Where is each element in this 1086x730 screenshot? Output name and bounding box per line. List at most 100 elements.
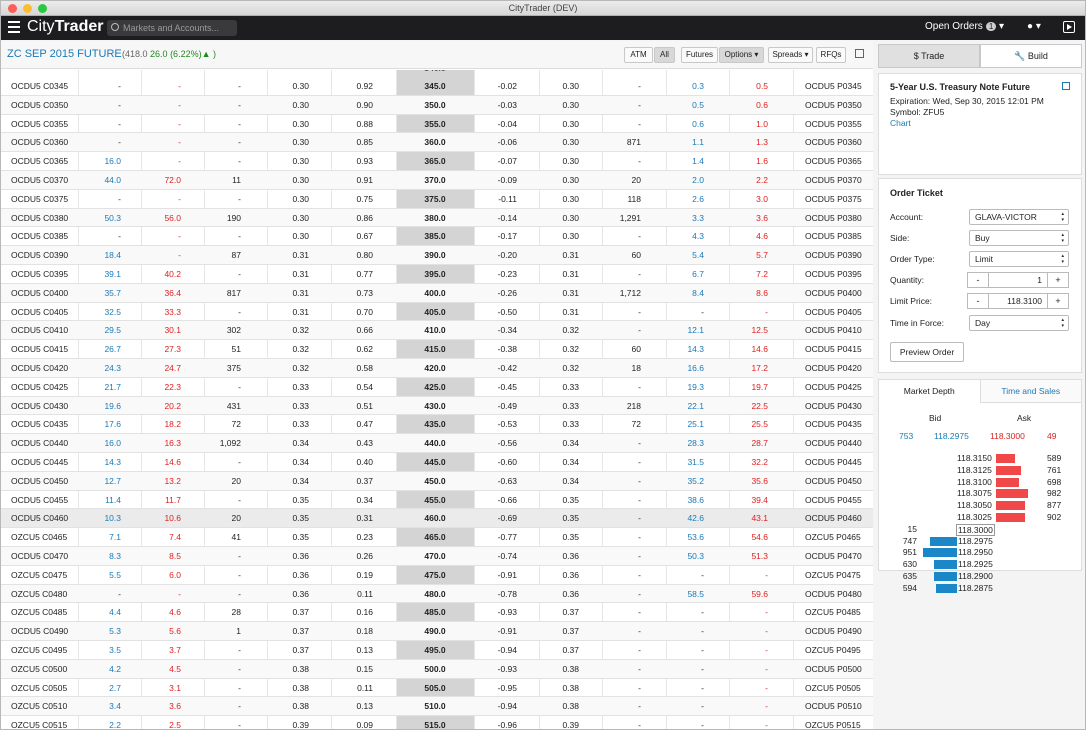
put-bid-cell[interactable]: -: [664, 697, 704, 716]
table-row[interactable]: OZCU5 C0465 7.1 7.4 41 0.35 0.23 465.0 -0.77 0.3…: [1, 528, 873, 547]
call-ask-cell[interactable]: 3.6: [141, 697, 181, 716]
table-row[interactable]: OZCU5 C0515 2.2 2.5 - 0.39 0.09 515.0 -0.96 0.39…: [1, 716, 873, 729]
put-bid-cell[interactable]: -: [664, 603, 704, 622]
call-ask-cell[interactable]: -: [141, 133, 181, 152]
tab-market-depth[interactable]: Market Depth: [879, 380, 980, 403]
put-bid-cell[interactable]: 6.7: [664, 265, 704, 284]
put-ask-cell[interactable]: 0.6: [728, 96, 768, 115]
hamburger-menu-icon[interactable]: [8, 21, 20, 33]
put-ask-cell[interactable]: 1.0: [728, 115, 768, 134]
rfqs-button[interactable]: RFQs: [816, 47, 846, 63]
call-ask-cell[interactable]: 56.0: [141, 209, 181, 228]
call-bid-cell[interactable]: 32.5: [81, 303, 121, 322]
put-ask-cell[interactable]: -: [728, 697, 768, 716]
futures-button[interactable]: Futures: [681, 47, 718, 63]
table-row[interactable]: OCDU5 C0350 - - - 0.30 0.90 350.0 -0.03 0.30 - 0.5…: [1, 95, 873, 115]
call-bid-cell[interactable]: 4.4: [81, 603, 121, 622]
table-row[interactable]: OCDU5 C0395 39.1 40.2 - 0.31 0.77 395.0 -0.23 0.…: [1, 265, 873, 284]
put-bid-cell[interactable]: 2.6: [664, 190, 704, 209]
account-select[interactable]: GLAVA-VICTOR: [969, 209, 1069, 225]
call-bid-cell[interactable]: 44.0: [81, 171, 121, 190]
put-bid-cell[interactable]: 14.3: [664, 340, 704, 359]
put-bid-cell[interactable]: 5.4: [664, 246, 704, 265]
put-bid-cell[interactable]: 1.1: [664, 133, 704, 152]
put-ask-cell[interactable]: -: [728, 660, 768, 679]
call-ask-cell[interactable]: 24.7: [141, 359, 181, 378]
call-bid-cell[interactable]: 10.3: [81, 509, 121, 528]
table-row[interactable]: OZCU5 C0505 2.7 3.1 - 0.38 0.11 505.0 -0.95 0.38…: [1, 679, 873, 698]
call-bid-cell[interactable]: -: [81, 227, 121, 246]
open-orders-menu[interactable]: Open Orders 1 ▾: [925, 21, 1004, 32]
put-ask-cell[interactable]: -: [728, 303, 768, 322]
call-ask-cell[interactable]: -: [141, 115, 181, 134]
call-bid-cell[interactable]: 19.6: [81, 397, 121, 416]
price-increment-button[interactable]: +: [1048, 294, 1068, 308]
call-bid-cell[interactable]: 16.0: [81, 152, 121, 171]
put-ask-cell[interactable]: 25.5: [728, 415, 768, 434]
put-bid-cell[interactable]: 16.6: [664, 359, 704, 378]
logout-icon[interactable]: [1063, 21, 1075, 33]
call-ask-cell[interactable]: -: [141, 190, 181, 209]
put-ask-cell[interactable]: 43.1: [728, 509, 768, 528]
table-row[interactable]: OZCU5 C0510 3.4 3.6 - 0.38 0.13 510.0 -0.94 0.38…: [1, 697, 873, 717]
put-bid-cell[interactable]: 22.1: [664, 397, 704, 416]
call-bid-cell[interactable]: 21.7: [81, 378, 121, 397]
call-bid-cell[interactable]: 12.7: [81, 472, 121, 491]
instrument-name[interactable]: ZC SEP 2015 FUTURE: [7, 48, 122, 60]
call-ask-cell[interactable]: 22.3: [141, 378, 181, 397]
table-row[interactable]: OZCU5 C0480 - - - 0.36 0.11 480.0 -0.78 0.36 - 58.…: [1, 584, 873, 604]
put-ask-cell[interactable]: -: [728, 603, 768, 622]
put-ask-cell[interactable]: -: [728, 566, 768, 585]
ask-level-price[interactable]: 118.3150: [957, 453, 992, 463]
external-link-icon[interactable]: [1062, 82, 1070, 90]
table-row[interactable]: OCDU5 C0425 21.7 22.3 - 0.33 0.54 425.0 -0.45 0.…: [1, 378, 873, 397]
call-ask-cell[interactable]: 8.5: [141, 547, 181, 566]
put-bid-cell[interactable]: 0.6: [664, 115, 704, 134]
put-bid-cell[interactable]: -: [664, 660, 704, 679]
table-row[interactable]: OCDU5 C0355 - - - 0.30 0.88 355.0 -0.04 0.30 - 0.6…: [1, 115, 873, 134]
put-ask-cell[interactable]: 0.5: [728, 77, 768, 96]
put-ask-cell[interactable]: 19.7: [728, 378, 768, 397]
call-ask-cell[interactable]: -: [141, 246, 181, 265]
table-row[interactable]: OCDU5 C0390 18.4 - 87 0.31 0.80 390.0 -0.20 0.31…: [1, 246, 873, 265]
quantity-increment-button[interactable]: +: [1048, 273, 1068, 287]
put-ask-cell[interactable]: -: [728, 622, 768, 641]
call-bid-cell[interactable]: 39.1: [81, 265, 121, 284]
table-row[interactable]: OCDU5 C0380 50.3 56.0 190 0.30 0.86 380.0 -0.14…: [1, 208, 873, 228]
preview-order-button[interactable]: Preview Order: [890, 342, 964, 362]
put-bid-cell[interactable]: -: [664, 641, 704, 660]
put-bid-cell[interactable]: 50.3: [664, 547, 704, 566]
call-ask-cell[interactable]: 27.3: [141, 340, 181, 359]
call-bid-cell[interactable]: 3.4: [81, 697, 121, 716]
table-row[interactable]: OCDU5 C0365 16.0 - - 0.30 0.93 365.0 -0.07 0.30 -…: [1, 152, 873, 171]
ask-level-price[interactable]: 118.3100: [957, 477, 992, 487]
put-bid-cell[interactable]: 25.1: [664, 415, 704, 434]
table-row[interactable]: OCDU5 C0450 12.7 13.2 20 0.34 0.37 450.0 -0.63 0…: [1, 471, 873, 491]
call-bid-cell[interactable]: -: [81, 190, 121, 209]
call-ask-cell[interactable]: 3.7: [141, 641, 181, 660]
put-bid-cell[interactable]: 0.5: [664, 96, 704, 115]
table-row[interactable]: OZCU5 C0475 5.5 6.0 - 0.36 0.19 475.0 -0.91 0.36…: [1, 566, 873, 585]
put-ask-cell[interactable]: 5.7: [728, 246, 768, 265]
call-ask-cell[interactable]: 72.0: [141, 171, 181, 190]
table-row[interactable]: OCDU5 C0470 8.3 8.5 - 0.36 0.26 470.0 -0.74 0.36…: [1, 547, 873, 566]
tab-build[interactable]: 🔧 Build: [980, 44, 1082, 68]
call-bid-cell[interactable]: 18.4: [81, 246, 121, 265]
put-bid-cell[interactable]: 38.6: [664, 491, 704, 510]
table-row[interactable]: OZCU5 C0495 3.5 3.7 - 0.37 0.13 495.0 -0.94 0.37…: [1, 641, 873, 660]
call-bid-cell[interactable]: -: [81, 115, 121, 134]
table-row[interactable]: OZCU5 C0485 4.4 4.6 28 0.37 0.16 485.0 -0.93 0.3…: [1, 603, 873, 623]
put-bid-cell[interactable]: 4.3: [664, 227, 704, 246]
put-ask-cell[interactable]: 2.2: [728, 171, 768, 190]
table-row[interactable]: OCDU5 C0455 11.4 11.7 - 0.35 0.34 455.0 -0.66 0.…: [1, 491, 873, 510]
put-ask-cell[interactable]: -: [728, 641, 768, 660]
call-bid-cell[interactable]: 14.3: [81, 453, 121, 472]
call-ask-cell[interactable]: 4.5: [141, 660, 181, 679]
put-bid-cell[interactable]: -: [664, 303, 704, 322]
call-ask-cell[interactable]: 6.0: [141, 566, 181, 585]
call-ask-cell[interactable]: 40.2: [141, 265, 181, 284]
options-dropdown[interactable]: Options ▾: [719, 47, 764, 63]
put-ask-cell[interactable]: 28.7: [728, 434, 768, 453]
table-row[interactable]: OCDU5 C0430 19.6 20.2 431 0.33 0.51 430.0 -0.49…: [1, 396, 873, 416]
table-row[interactable]: OCDU5 C0345 - - - 0.30 0.92 345.0 -0.02 0.30 - 0.3…: [1, 77, 873, 96]
